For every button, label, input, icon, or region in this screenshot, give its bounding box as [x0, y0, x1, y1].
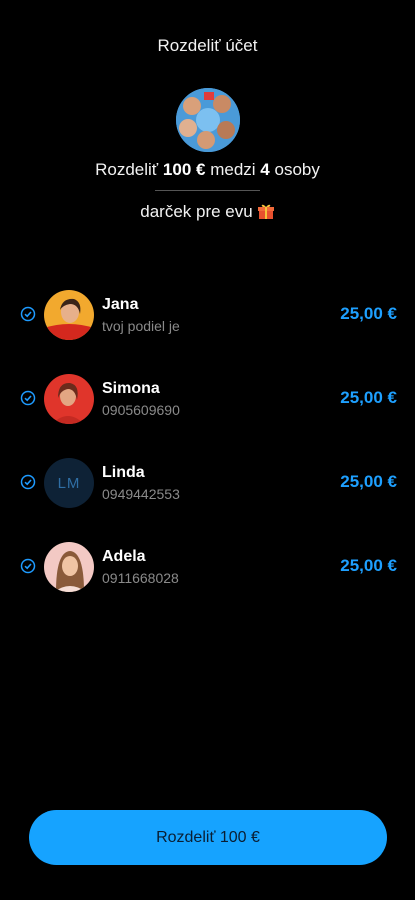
divider: [155, 190, 260, 191]
list-item[interactable]: Adela 0911668028 25,00 €: [0, 540, 415, 592]
check-icon: [20, 306, 36, 322]
person-subtitle: tvoj podiel je: [102, 318, 180, 334]
person-subtitle: 0905609690: [102, 402, 180, 418]
split-summary: Rozdeliť 100 € medzi 4 osoby: [95, 160, 320, 179]
check-icon: [20, 390, 36, 406]
avatar: [44, 542, 94, 592]
page-title: Rozdeliť účet: [157, 36, 258, 55]
check-icon: [20, 474, 36, 490]
group-photo: [176, 88, 240, 152]
list-item[interactable]: Jana tvoj podiel je 25,00 €: [0, 288, 415, 340]
person-amount: 25,00 €: [340, 304, 397, 323]
person-subtitle: 0911668028: [102, 570, 179, 586]
person-amount: 25,00 €: [340, 388, 397, 407]
check-icon: [20, 558, 36, 574]
person-amount: 25,00 €: [340, 556, 397, 575]
gift-icon: [257, 202, 275, 225]
note-text: darček pre evu: [140, 202, 253, 221]
list-item[interactable]: Simona 0905609690 25,00 €: [0, 372, 415, 424]
avatar-initials: LM: [44, 458, 94, 508]
person-name: Adela: [102, 548, 146, 565]
list-item[interactable]: LM Linda 0949442553 25,00 €: [0, 456, 415, 508]
person-name: Jana: [102, 296, 139, 313]
split-button[interactable]: Rozdeliť 100 €: [29, 810, 387, 865]
person-name: Linda: [102, 464, 145, 481]
avatar: [44, 290, 94, 340]
note: darček pre evu: [0, 202, 415, 225]
person-amount: 25,00 €: [340, 472, 397, 491]
person-name: Simona: [102, 380, 160, 397]
person-subtitle: 0949442553: [102, 486, 180, 502]
avatar: [44, 374, 94, 424]
